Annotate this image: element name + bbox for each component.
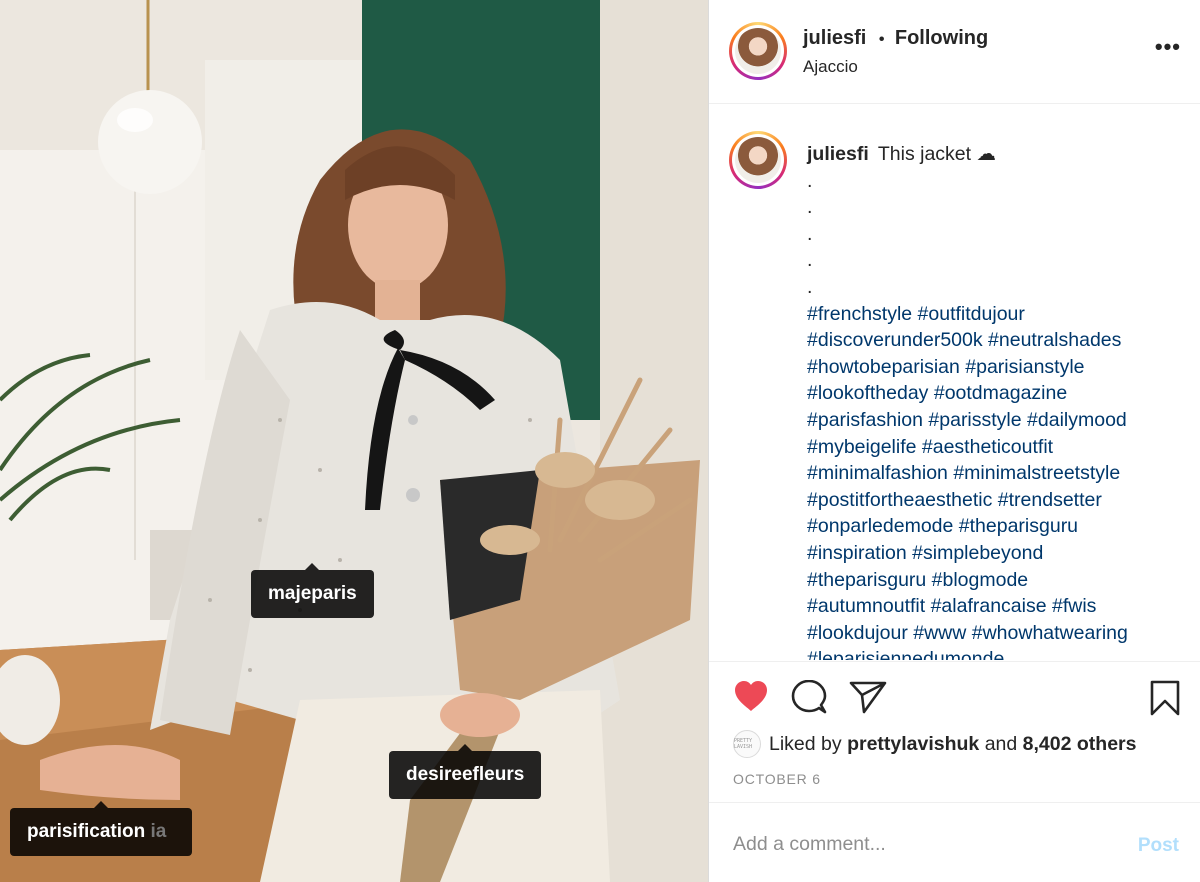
caption-dot: . [807,169,813,192]
separator-dot: • [878,31,885,48]
caption-text: juliesfi This jacket ☁ . . . . . #french… [807,141,1187,660]
photo-tag-majeparis[interactable]: majeparis [251,563,374,618]
caption-author-avatar[interactable] [729,131,787,189]
post-side-panel: juliesfi • Following Ajaccio ••• juliesf… [708,0,1200,882]
photo-image [0,0,708,882]
hashtag-line[interactable]: #postitfortheaesthetic #trendsetter [807,487,1187,514]
author-avatar[interactable] [729,22,787,80]
photo-tag-label: majeparis [268,583,357,604]
comment-bar: Post [709,802,1200,882]
hashtag-line[interactable]: #theparisguru #blogmode [807,567,1187,594]
hashtag-line[interactable]: #inspiration #simplebeyond [807,540,1187,567]
caption-dot: . [807,196,813,219]
likes-prefix: Liked by [769,732,842,755]
post-date[interactable]: OCTOBER 6 [733,771,821,787]
liker-avatar-text: PRETTY LAVISH [734,738,753,750]
caption-body: This jacket ☁ [877,143,996,165]
hashtag-line[interactable]: #discoverunder500k #neutralshades [807,327,1187,354]
heart-filled-icon[interactable] [733,680,769,712]
photo-tag-overlap-text: ia [150,821,167,842]
likes-count[interactable]: 8,402 others [1023,733,1137,756]
post-photo[interactable]: majeparis desireefleurs parisification i… [0,0,708,882]
photo-tag-label: desireefleurs [406,764,525,785]
liker-username[interactable]: prettylavishuk [847,733,979,756]
caption-dots: . . . . . [807,168,1187,301]
caption-dot: . [807,275,813,298]
caption-dot: . [807,249,813,272]
liker-avatar[interactable]: PRETTY LAVISH [733,730,761,758]
photo-tag-parisification[interactable]: parisification ia [10,801,193,856]
photo-tag-desireefleurs[interactable]: desireefleurs [389,744,542,799]
header-user-line: juliesfi • Following [803,27,988,50]
caption-dot: . [807,222,813,245]
hashtag-line[interactable]: #minimalfashion #minimalstreetstyle [807,460,1187,487]
post-comment-button[interactable]: Post [1138,835,1179,857]
comment-input[interactable] [733,833,1113,856]
hashtag-line[interactable]: #autumnoutfit #alafrancaise #fwis [807,593,1187,620]
hashtag-line[interactable]: #lookoftheday #ootdmagazine [807,380,1187,407]
comment-icon[interactable] [791,680,827,714]
photo-tag-label: parisification [27,821,146,842]
paper-plane-icon[interactable] [849,680,887,714]
likes-summary[interactable]: PRETTY LAVISH Liked by prettylavishuk an… [733,730,1136,758]
following-button[interactable]: Following [895,27,988,49]
hashtag-line[interactable]: #onparledemode #theparisguru [807,513,1187,540]
hashtag-line[interactable]: #howtobeparisian #parisianstyle [807,354,1187,381]
post-header: juliesfi • Following Ajaccio ••• [709,0,1200,104]
hashtag-line[interactable]: #parisfashion #parisstyle #dailymood [807,407,1187,434]
likes-connector: and [984,732,1018,755]
hashtag-list: #frenchstyle #outfitdujour #discoverunde… [807,301,1187,660]
hashtag-line[interactable]: #frenchstyle #outfitdujour [807,301,1187,328]
caption-area: juliesfi This jacket ☁ . . . . . #french… [709,105,1200,660]
post-location[interactable]: Ajaccio [803,57,858,77]
caption-username[interactable]: juliesfi [807,143,869,165]
author-username[interactable]: juliesfi [803,27,866,49]
hashtag-line[interactable]: #leparisiennedumonde [807,646,1187,660]
hashtag-line[interactable]: #mybeigelife #aestheticoutfit [807,434,1187,461]
post-actions: PRETTY LAVISH Liked by prettylavishuk an… [709,661,1200,801]
hashtag-line[interactable]: #lookdujour #www #whowhatwearing [807,620,1187,647]
bookmark-icon[interactable] [1149,680,1181,716]
more-horizontal-icon[interactable]: ••• [1155,36,1181,58]
